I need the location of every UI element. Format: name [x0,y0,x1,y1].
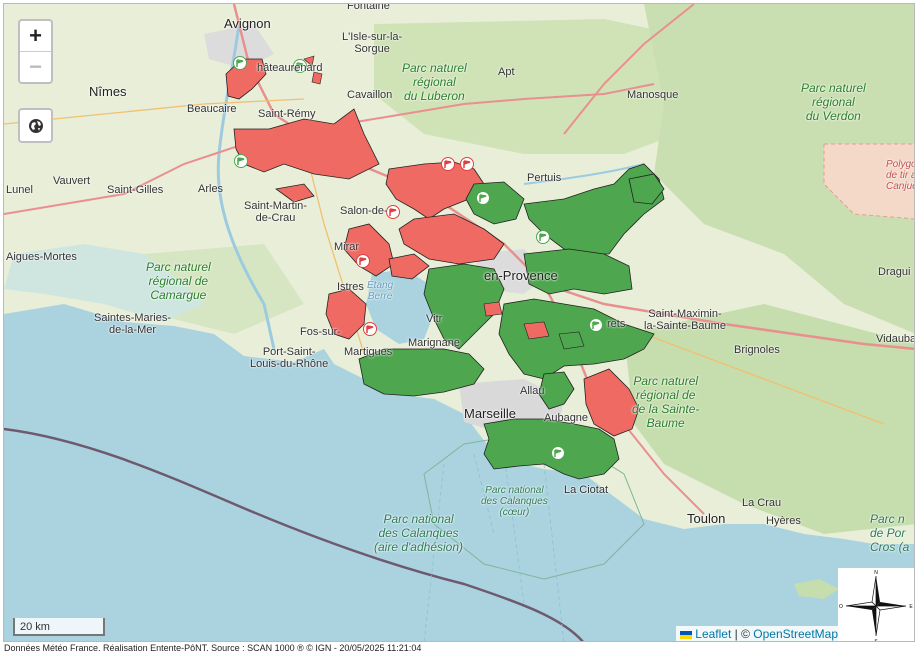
place-label: Dragui [878,266,911,278]
place-label: Pertuis [527,172,562,184]
alert-marker-icon[interactable] [356,254,370,272]
place-label: La Ciotat [564,484,609,496]
place-label: Toulon [687,511,726,526]
compass-o: O [839,604,843,610]
park-label: Parc naturel régional de Camargue [146,260,211,302]
place-label: La Crau [742,497,782,509]
place-label: Saint-Maximin- la-Sainte-Baume [644,308,726,332]
park-label: Parc naturel régional du Luberon [402,61,467,103]
place-label: Brignoles [734,344,780,356]
alert-marker-icon[interactable] [441,157,455,175]
ukraine-flag-icon [679,630,692,639]
osm-link[interactable]: OpenStreetMap [753,627,838,641]
place-label: Marseille [464,406,517,421]
map-view[interactable]: Fontaine Avignon L'Isle-sur-la- Sorgue h… [3,3,915,642]
alert-marker-icon[interactable] [536,230,550,248]
place-label: Allau [520,385,545,397]
scale-bar: 20 km [13,618,105,636]
place-label: Vauvert [53,175,91,187]
compass-e: E [909,604,913,610]
park-label: Parc naturel régional du Verdon [801,81,866,123]
place-label: Fos-sur- [300,326,341,338]
place-label: Saint-Gilles [107,184,164,196]
place-label: Saint-Martin- de-Crau [244,200,307,224]
place-label: en-Provence [484,268,558,283]
alert-marker-icon[interactable] [460,157,474,175]
globe-icon [28,118,43,133]
place-label: Manosque [627,89,679,101]
compass-s: S [874,639,878,642]
leaflet-link[interactable]: Leaflet [695,627,731,641]
park-label: Parc national des Calanques (cœur) [481,485,548,518]
water-label: Étang Berre [367,280,394,302]
place-label: Vitr [426,313,443,325]
place-label: Istres [337,281,364,293]
place-label: Apt [498,66,515,78]
zoom-out-button[interactable]: − [20,51,51,82]
place-label: Nîmes [89,84,127,99]
place-label: hâteaurenard [257,62,323,74]
alert-marker-icon[interactable] [476,191,490,209]
attribution: Leaflet | © OpenStreetMap [675,626,842,641]
alert-marker-icon[interactable] [234,154,248,172]
place-label: Hyères [766,515,801,527]
source-footer: Données Météo France. Réalisation Entent… [4,643,422,653]
alert-marker-icon[interactable] [589,318,603,336]
alert-marker-icon[interactable] [233,56,247,74]
place-label: Lunel [6,184,33,196]
compass-rose: N S E O [838,568,914,642]
alert-marker-icon[interactable] [386,205,400,223]
compass-n: N [874,570,878,576]
place-label: Vidauban [876,333,914,345]
zoom-in-button[interactable]: + [20,21,51,51]
place-label: rets [607,318,626,330]
alert-marker-icon[interactable] [363,322,377,340]
park-label: Parc n de Por Cros (a [870,512,910,554]
place-label: L'Isle-sur-la- Sorgue [342,31,403,55]
place-label: Saintes-Maries- de-la-Mer [94,312,172,336]
place-label: Aigues-Mortes [6,251,77,263]
park-label: Parc naturel régional de de la Sainte- B… [632,374,700,430]
park-label: Parc national des Calanques (aire d'adhé… [374,512,464,554]
alert-marker-icon[interactable] [551,446,565,464]
place-label: Arles [198,183,224,195]
zoom-control: + − [18,19,53,84]
place-label: Saint-Rémy [258,108,316,120]
compass-icon: N S E O [839,570,913,642]
place-label: Marignane [408,337,460,349]
locate-button[interactable] [18,108,53,143]
place-label: Martigues [344,346,393,358]
place-label: Salon-de- [340,205,388,217]
place-label: Cavaillon [347,89,393,101]
place-label: Mirar [334,241,360,253]
place-label: Aubagne [544,412,589,424]
place-label: Beaucaire [187,103,237,115]
place-label: Fontaine [347,3,390,12]
polygon-label: Polygo de tir a Canjue [886,159,915,192]
place-label: Port-Saint- Louis-du-Rhône [250,346,329,370]
place-label: Avignon [224,16,271,31]
attribution-separator: | © [731,627,754,641]
